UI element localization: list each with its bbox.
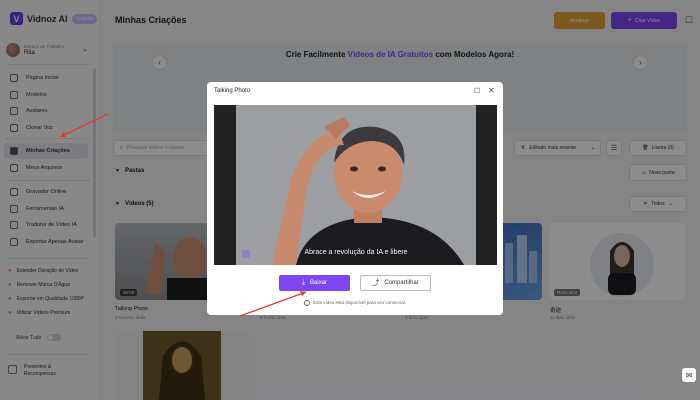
video-frame: Abrace a revolução da IA e libere [236,105,476,265]
video-player[interactable]: Abrace a revolução da IA e libere [214,105,497,265]
close-icon[interactable]: ✕ [488,86,495,95]
share-button[interactable]: ⤴ Compartilhar [360,275,431,291]
maximize-icon[interactable]: ☐ [474,87,480,95]
video-image [236,105,476,265]
modal-title: Talking Photo [214,88,251,94]
chat-support-icon[interactable]: ✉ [682,368,696,382]
download-button[interactable]: ⤓ Baixar [279,275,350,291]
share-label: Compartilhar [384,280,419,286]
info-icon: i [303,300,310,306]
download-label: Baixar [310,280,328,286]
commercial-use-notice: i Este vídeo está disponível para uso com… [207,300,503,306]
video-subtitle: Abrace a revolução da IA e libere [304,249,408,256]
watermark-logo-icon [242,250,250,258]
notice-text: Este vídeo está disponível para uso come… [312,300,407,306]
download-icon: ⤓ [301,279,306,286]
video-preview-modal: Talking Photo ☐ ✕ Abrace a revolução da … [207,82,503,315]
share-icon: ⤴ [372,280,380,287]
